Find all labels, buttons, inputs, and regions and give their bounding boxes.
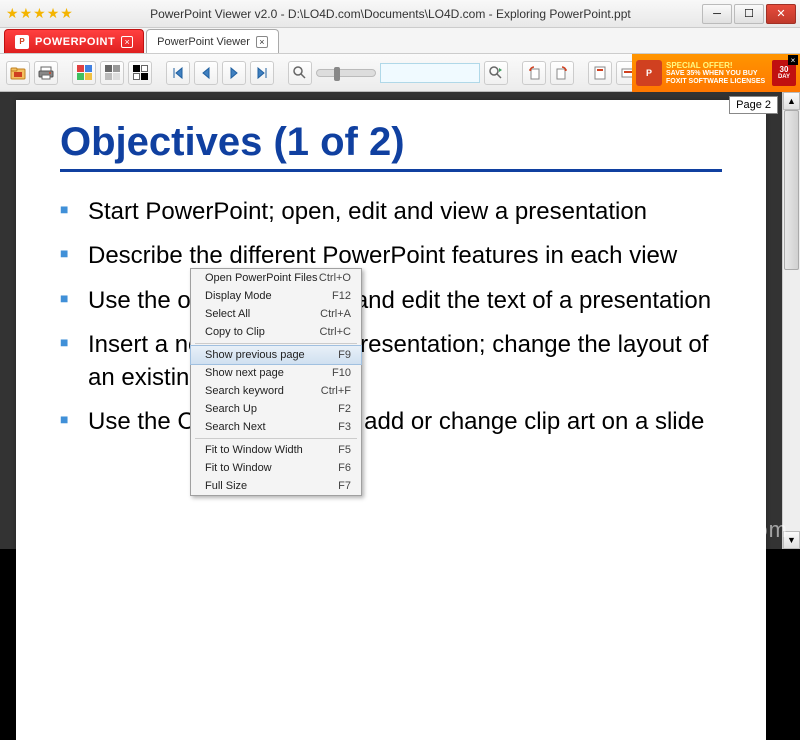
- tab-label: PowerPoint Viewer: [157, 36, 250, 48]
- search-input[interactable]: [380, 63, 480, 83]
- menu-item-shortcut: Ctrl+F: [321, 385, 351, 397]
- menu-item[interactable]: Open PowerPoint FilesCtrl+O: [191, 269, 361, 287]
- minimize-button[interactable]: ─: [702, 4, 732, 24]
- menu-item-shortcut: F12: [332, 290, 351, 302]
- menu-item[interactable]: Show previous page F9: [190, 345, 362, 365]
- close-button[interactable]: ✕: [766, 4, 796, 24]
- rotate-right-button[interactable]: [550, 61, 574, 85]
- ad-sub: FOXIT SOFTWARE LICENSES: [666, 78, 768, 86]
- zoom-slider[interactable]: [316, 69, 376, 77]
- menu-item-label: Fit to Window: [205, 462, 272, 474]
- menu-item-label: Full Size: [205, 480, 247, 492]
- menu-item-shortcut: F10: [332, 367, 351, 379]
- menu-item-label: Fit to Window Width: [205, 444, 303, 456]
- star-icon: ★: [33, 5, 46, 22]
- menu-item-shortcut: F7: [338, 480, 351, 492]
- menu-item[interactable]: Fit to Window F6: [191, 459, 361, 477]
- powerpoint-icon: P: [636, 60, 662, 86]
- menu-item[interactable]: Copy to Clip Ctrl+C: [191, 323, 361, 341]
- zoom-button[interactable]: [288, 61, 312, 85]
- first-page-button[interactable]: [166, 61, 190, 85]
- star-icon: ★: [20, 5, 33, 22]
- page-indicator: Page 2: [729, 96, 778, 114]
- tab-document[interactable]: PowerPoint Viewer ×: [146, 29, 279, 53]
- star-icon: ★: [47, 5, 60, 22]
- menu-item-shortcut: F9: [338, 349, 351, 361]
- vertical-scrollbar[interactable]: ▲ ▼: [782, 92, 800, 549]
- tab-app[interactable]: P POWERPOINT ×: [4, 29, 144, 53]
- menu-item-label: Search Up: [205, 403, 257, 415]
- next-page-button[interactable]: [222, 61, 246, 85]
- menu-item-shortcut: Ctrl+A: [320, 308, 351, 320]
- maximize-button[interactable]: ☐: [734, 4, 764, 24]
- menu-item-label: Select All: [205, 308, 250, 320]
- open-file-button[interactable]: [6, 61, 30, 85]
- menu-item-label: Display Mode: [205, 290, 272, 302]
- watermark: ✚ LO4D.com: [647, 517, 788, 543]
- view-bw-button[interactable]: [128, 61, 152, 85]
- menu-item[interactable]: Show next page F10: [191, 364, 361, 382]
- menu-item[interactable]: Full Size F7: [191, 477, 361, 495]
- slide-page: Objectives (1 of 2) Start PowerPoint; op…: [16, 100, 766, 740]
- bullet-item: Insert a new slide into a presentation; …: [60, 329, 722, 394]
- menu-item-label: Search keyword: [205, 385, 284, 397]
- star-icon: ★: [60, 5, 73, 22]
- menu-item[interactable]: Search Up F2: [191, 400, 361, 418]
- slide-title: Objectives (1 of 2): [60, 120, 722, 172]
- menu-item[interactable]: Display Mode F12: [191, 287, 361, 305]
- menu-item-shortcut: F5: [338, 444, 351, 456]
- prev-page-button[interactable]: [194, 61, 218, 85]
- menu-item-shortcut: F3: [338, 421, 351, 433]
- search-next-button[interactable]: [484, 61, 508, 85]
- menu-item[interactable]: Search Next F3: [191, 418, 361, 436]
- star-icon: ★: [6, 5, 19, 22]
- bullet-item: Start PowerPoint; open, edit and view a …: [60, 196, 722, 228]
- menu-separator: [195, 343, 357, 344]
- view-grayscale-button[interactable]: [100, 61, 124, 85]
- menu-item-label: Copy to Clip: [205, 326, 265, 338]
- rotate-left-button[interactable]: [522, 61, 546, 85]
- tab-row: P POWERPOINT × PowerPoint Viewer ×: [0, 28, 800, 54]
- ad-close-icon[interactable]: ×: [788, 55, 798, 65]
- slide-bullets: Start PowerPoint; open, edit and view a …: [60, 196, 722, 438]
- globe-icon: ✚: [647, 519, 669, 541]
- tab-close-icon[interactable]: ×: [256, 36, 268, 48]
- ad-headline: SPECIAL OFFER!: [666, 61, 768, 70]
- scroll-thumb[interactable]: [784, 110, 799, 270]
- toolbar: ABC ? P SPECIAL OFFER! SAVE 35% WHEN YOU…: [0, 54, 800, 92]
- menu-item[interactable]: Select All Ctrl+A: [191, 305, 361, 323]
- bullet-item: Describe the different PowerPoint featur…: [60, 240, 722, 272]
- powerpoint-icon: P: [15, 35, 29, 49]
- menu-item-label: Show next page: [205, 367, 284, 379]
- menu-item-shortcut: Ctrl+C: [320, 326, 351, 338]
- menu-item[interactable]: Fit to Window Width F5: [191, 441, 361, 459]
- print-button[interactable]: [34, 61, 58, 85]
- tab-label: POWERPOINT: [35, 36, 115, 48]
- view-color-button[interactable]: [72, 61, 96, 85]
- menu-separator: [195, 438, 357, 439]
- menu-item-label: Search Next: [205, 421, 266, 433]
- tab-close-icon[interactable]: ×: [121, 36, 133, 48]
- context-menu: Open PowerPoint FilesCtrl+O Display Mode F…: [190, 268, 362, 496]
- menu-item-shortcut: Ctrl+O: [319, 272, 351, 284]
- bullet-item: Use the outline to create and edit the t…: [60, 285, 722, 317]
- menu-item-shortcut: F2: [338, 403, 351, 415]
- scroll-up-icon[interactable]: ▲: [783, 92, 800, 110]
- fit-page-button[interactable]: [588, 61, 612, 85]
- ad-banner[interactable]: P SPECIAL OFFER! SAVE 35% WHEN YOU BUY F…: [632, 54, 800, 92]
- menu-item[interactable]: Search keyword Ctrl+F: [191, 382, 361, 400]
- bullet-item: Use the Clip Organizer to add or change …: [60, 406, 722, 438]
- menu-item-label: Show previous page: [205, 349, 305, 361]
- menu-item-shortcut: F6: [338, 462, 351, 474]
- last-page-button[interactable]: [250, 61, 274, 85]
- titlebar: ★ ★ ★ ★ ★ PowerPoint Viewer v2.0 - D:\LO…: [0, 0, 800, 28]
- content-area: Page 2 Objectives (1 of 2) Start PowerPo…: [0, 92, 800, 549]
- rating-stars: ★ ★ ★ ★ ★: [6, 5, 73, 22]
- ad-line: SAVE 35% WHEN YOU BUY: [666, 70, 768, 78]
- window-title: PowerPoint Viewer v2.0 - D:\LO4D.com\Doc…: [81, 7, 700, 21]
- menu-item-label: Open PowerPoint Files: [205, 272, 318, 284]
